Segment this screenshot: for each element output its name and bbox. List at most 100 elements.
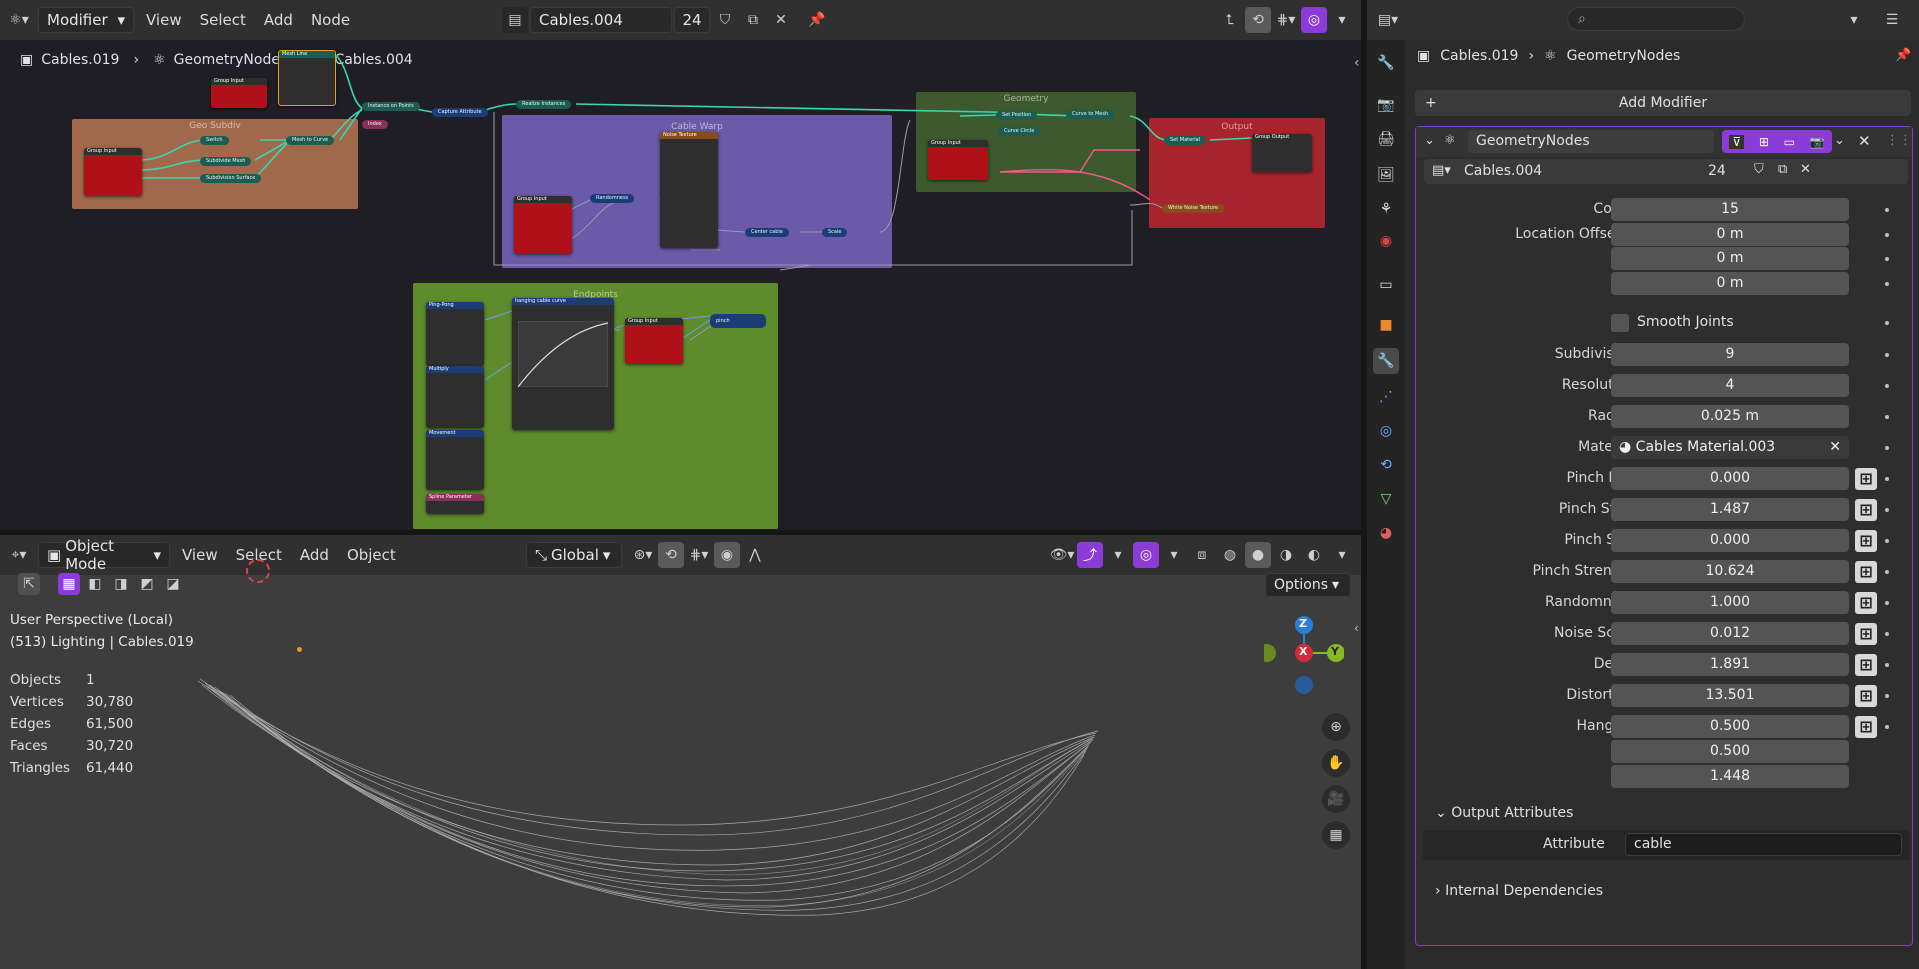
close-icon[interactable]: ✕ [1800,162,1811,177]
on-cage-icon[interactable]: ⊽ [1729,134,1745,149]
keyframe-dot-icon[interactable] [1885,694,1889,698]
hanging-y-field[interactable]: 0.500 [1611,740,1849,763]
node-group-input-top[interactable]: Group Input [211,78,267,108]
radius-field[interactable]: 0.025 m [1611,405,1849,428]
area-separator[interactable] [1361,0,1367,969]
node-center-cable[interactable]: Center cable [745,228,789,237]
perspective-grid-icon[interactable]: ▦ [1322,821,1350,849]
node-capture-attribute[interactable]: Capture Attribute [432,108,488,117]
node-multiply[interactable]: Multiply [426,366,484,428]
node-ping-pong[interactable]: Ping-Pong [426,302,484,366]
zoom-icon[interactable]: ⊕ [1322,713,1350,741]
detail-field[interactable]: 1.891 [1611,653,1849,676]
pinch-size-field[interactable]: 0.000 [1611,529,1849,552]
location-offset-y-field[interactable]: 0 m [1611,247,1849,270]
node-switch[interactable]: Switch [200,136,229,145]
node-curve-circle[interactable]: Curve Circle [998,127,1041,136]
world-tab-icon[interactable]: ◉ [1373,228,1399,254]
node-group-input-geometry[interactable]: Group Input [928,140,988,180]
camera-icon[interactable]: 🎥 [1322,785,1350,813]
keyframe-dot-icon[interactable] [1885,282,1889,286]
viewport-icon[interactable]: ▭ [1784,135,1795,149]
edit-mode-icon[interactable]: ⊞ [1759,135,1769,149]
location-offset-x-field[interactable]: 0 m [1611,223,1849,246]
pinch-end-field[interactable]: 0.000 [1611,467,1849,490]
node-group-name[interactable]: Cables.004 [1464,163,1542,179]
distortion-field[interactable]: 13.501 [1611,684,1849,707]
close-icon[interactable]: ✕ [1858,132,1871,150]
keyframe-dot-icon[interactable] [1885,632,1889,636]
editor-type-icon[interactable]: ▤▾ [1375,7,1401,33]
add-modifier-button[interactable]: + Add Modifier [1415,90,1911,116]
particles-tab-icon[interactable]: ⋰ [1373,384,1399,410]
attribute-toggle-icon[interactable]: ⊞ [1855,592,1877,614]
chevron-down-icon[interactable]: ⌄ [1424,133,1435,148]
duplicate-icon[interactable]: ⧉ [1778,162,1787,177]
node-noise-texture[interactable]: Noise Texture [660,132,718,248]
smooth-joints-checkbox[interactable] [1611,314,1629,332]
keyframe-dot-icon[interactable] [1885,233,1889,237]
render-tab-icon[interactable]: 📷 [1373,92,1399,118]
node-mesh-line[interactable]: Mesh Line [278,50,336,106]
node-instance-on-points[interactable]: Instance on Points [362,102,420,111]
node-tree-icon[interactable]: ▤▾ [1432,163,1451,178]
attribute-toggle-icon[interactable]: ⊞ [1855,561,1877,583]
modifier-tab-icon[interactable]: 🔧 [1373,348,1399,374]
node-scale[interactable]: Scale [822,228,848,237]
3d-viewport[interactable]: ⌖▾ ▣ Object Mode ▾ View Select Add Object… [0,535,1361,969]
node-white-noise-texture[interactable]: White Noise Texture [1162,204,1224,213]
attribute-toggle-icon[interactable]: ⊞ [1855,499,1877,521]
curve-widget[interactable] [518,321,608,387]
material-field[interactable]: ◕ Cables Material.003 ✕ [1611,436,1849,459]
close-icon[interactable]: ✕ [1829,436,1841,459]
data-tab-icon[interactable]: ▽ [1373,486,1399,512]
area-separator[interactable] [0,530,1361,535]
view-layer-tab-icon[interactable]: 🖼 [1373,162,1399,188]
keyframe-dot-icon[interactable] [1885,353,1889,357]
hanging-x-field[interactable]: 0.500 [1611,715,1849,738]
keyframe-dot-icon[interactable] [1885,384,1889,388]
keyframe-dot-icon[interactable] [1885,321,1889,325]
sidebar-toggle-icon[interactable]: ‹ [1354,621,1359,635]
constraints-tab-icon[interactable]: ⟲ [1373,452,1399,478]
physics-tab-icon[interactable]: ◎ [1373,418,1399,444]
keyframe-dot-icon[interactable] [1885,663,1889,667]
keyframe-dot-icon[interactable] [1885,208,1889,212]
drag-handle-icon[interactable]: ⋮⋮ [1886,133,1912,148]
search-input[interactable]: ⌕ [1567,7,1745,31]
node-editor[interactable]: ⚛▾ Modifier ▾ View Select Add Node ▤ Cabl… [0,0,1361,530]
pan-hand-icon[interactable]: ✋ [1322,749,1350,777]
node-set-material[interactable]: Set Material [1164,136,1207,145]
noise-scale-field[interactable]: 0.012 [1611,622,1849,645]
node-randomness[interactable]: Randomness [590,194,635,203]
randomness-field[interactable]: 1.000 [1611,591,1849,614]
node-realize-instances[interactable]: Realize Instances [516,100,572,109]
modifier-name-field[interactable]: GeometryNodes [1468,130,1714,153]
fake-user-shield-icon[interactable]: ⛉ [1754,162,1764,177]
render-icon[interactable]: 📷 [1810,135,1825,149]
node-group-output[interactable]: Group Output [1252,134,1312,172]
navigation-gizmo[interactable]: Z X Y [1264,613,1344,694]
internal-dependencies-subpanel[interactable]: › Internal Dependencies [1435,883,1603,899]
node-index[interactable]: Index [362,120,388,129]
keyframe-dot-icon[interactable] [1885,446,1889,450]
node-curve-to-mesh[interactable]: Curve to Mesh [1066,110,1115,119]
collection-tab-icon[interactable]: ▭ [1373,272,1399,298]
node-group-input-subdiv[interactable]: Group Input [84,148,142,196]
subdivision-field[interactable]: 9 [1611,343,1849,366]
keyframe-dot-icon[interactable] [1885,539,1889,543]
hanging-z-field[interactable]: 1.448 [1611,765,1849,788]
node-pinch[interactable]: pinch [710,314,766,328]
keyframe-dot-icon[interactable] [1885,257,1889,261]
keyframe-dot-icon[interactable] [1885,601,1889,605]
material-tab-icon[interactable]: ◕ [1373,520,1399,546]
keyframe-dot-icon[interactable] [1885,508,1889,512]
hamburger-icon[interactable]: ☰ [1879,7,1905,33]
node-subdivision-surface[interactable]: Subdivision Surface [200,174,262,183]
node-subdivide-mesh[interactable]: Subdivide Mesh [200,157,252,166]
resolution-field[interactable]: 4 [1611,374,1849,397]
pinch-start-field[interactable]: 1.487 [1611,498,1849,521]
node-set-position[interactable]: Set Position [996,111,1038,120]
node-mesh-to-curve[interactable]: Mesh to Curve [286,136,335,145]
node-group-input-warp[interactable]: Group Input [514,196,572,254]
